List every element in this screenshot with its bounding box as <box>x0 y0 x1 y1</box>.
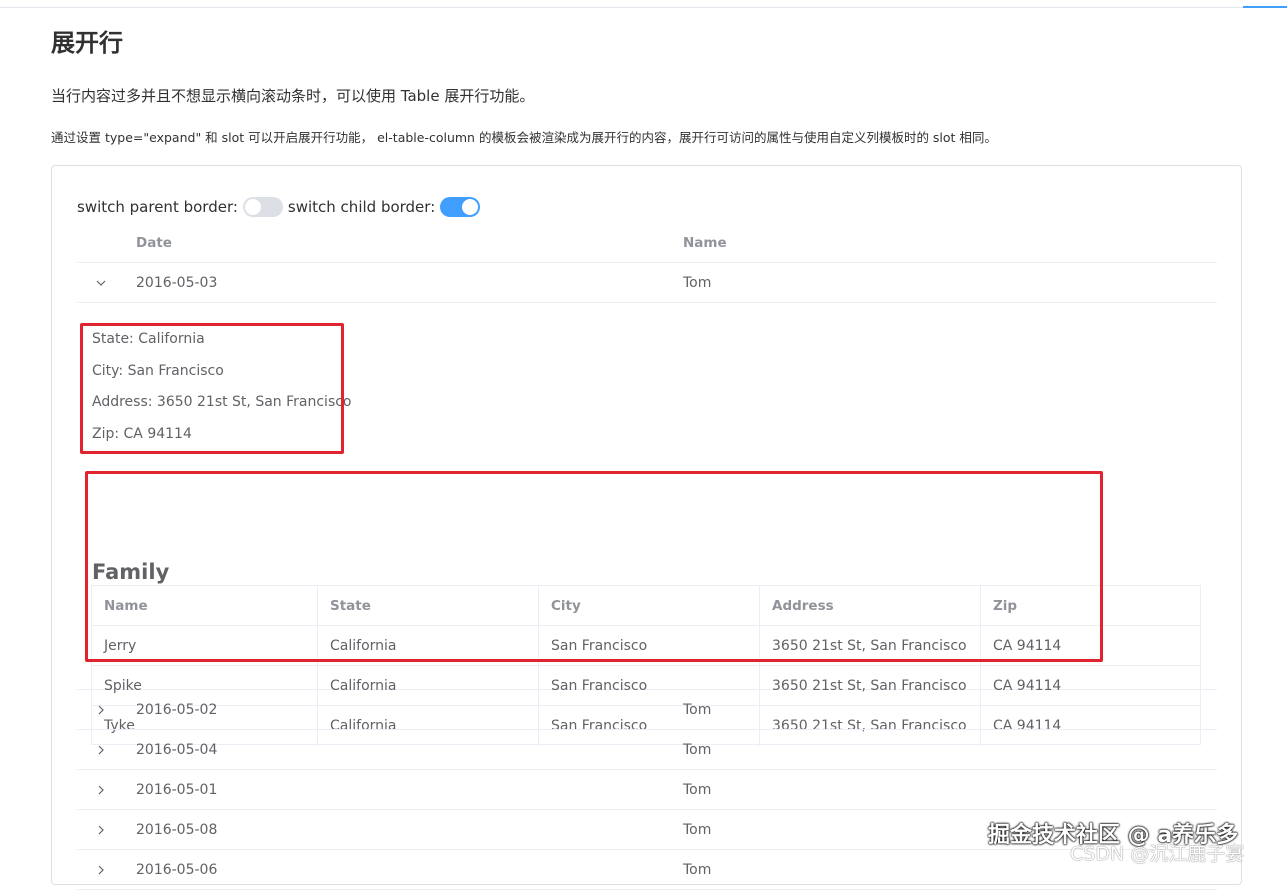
row-name: Tom <box>683 822 712 838</box>
header-name: Name <box>683 235 727 251</box>
row-date: 2016-05-02 <box>136 702 218 718</box>
table-header: Date Name <box>77 223 1217 263</box>
row-name: Tom <box>683 742 712 758</box>
top-divider <box>0 7 1287 8</box>
header-date: Date <box>136 235 172 251</box>
parent-border-label: switch parent border: <box>77 198 238 216</box>
row-date: 2016-05-04 <box>136 742 218 758</box>
chevron-down-icon[interactable] <box>91 263 111 303</box>
table-row[interactable]: 2016-05-03 Tom <box>77 263 1217 303</box>
switch-row: switch parent border: switch child borde… <box>77 194 485 220</box>
description-text: 通过设置 type="expand" 和 slot 可以开启展开行功能， el-… <box>51 130 997 145</box>
chevron-right-icon[interactable] <box>91 850 111 890</box>
table-row[interactable]: 2016-05-04 Tom <box>77 730 1217 770</box>
active-tab-indicator <box>1243 6 1287 8</box>
chevron-right-icon[interactable] <box>91 770 111 810</box>
row-date: 2016-05-03 <box>136 275 218 291</box>
highlight-box-family <box>85 471 1103 662</box>
table-row[interactable]: 2016-05-02 Tom <box>77 690 1217 730</box>
page-title: 展开行 <box>51 29 123 57</box>
row-date: 2016-05-01 <box>136 782 218 798</box>
parent-border-switch[interactable] <box>242 197 283 217</box>
row-name: Tom <box>683 702 712 718</box>
switch-knob <box>462 199 479 215</box>
chevron-right-icon[interactable] <box>91 690 111 730</box>
expanded-row-content: State: California City: San Francisco Ad… <box>77 303 1217 746</box>
table-row[interactable]: 2016-05-06 Tom <box>77 850 1217 890</box>
child-border-label: switch child border: <box>287 198 436 216</box>
table-row[interactable]: 2016-05-01 Tom <box>77 770 1217 810</box>
highlight-box-details <box>80 323 344 454</box>
lead-text: 当行内容过多并且不想显示横向滚动条时，可以使用 Table 展开行功能。 <box>51 87 535 105</box>
row-name: Tom <box>683 275 712 291</box>
row-name: Tom <box>683 862 712 878</box>
chevron-right-icon[interactable] <box>91 730 111 770</box>
watermark-sub: CSDN @沉江鹿子宴 <box>1070 843 1245 865</box>
row-name: Tom <box>683 782 712 798</box>
row-date: 2016-05-08 <box>136 822 218 838</box>
child-border-switch[interactable] <box>440 197 481 217</box>
row-date: 2016-05-06 <box>136 862 218 878</box>
chevron-right-icon[interactable] <box>91 810 111 850</box>
switch-knob <box>244 199 261 215</box>
